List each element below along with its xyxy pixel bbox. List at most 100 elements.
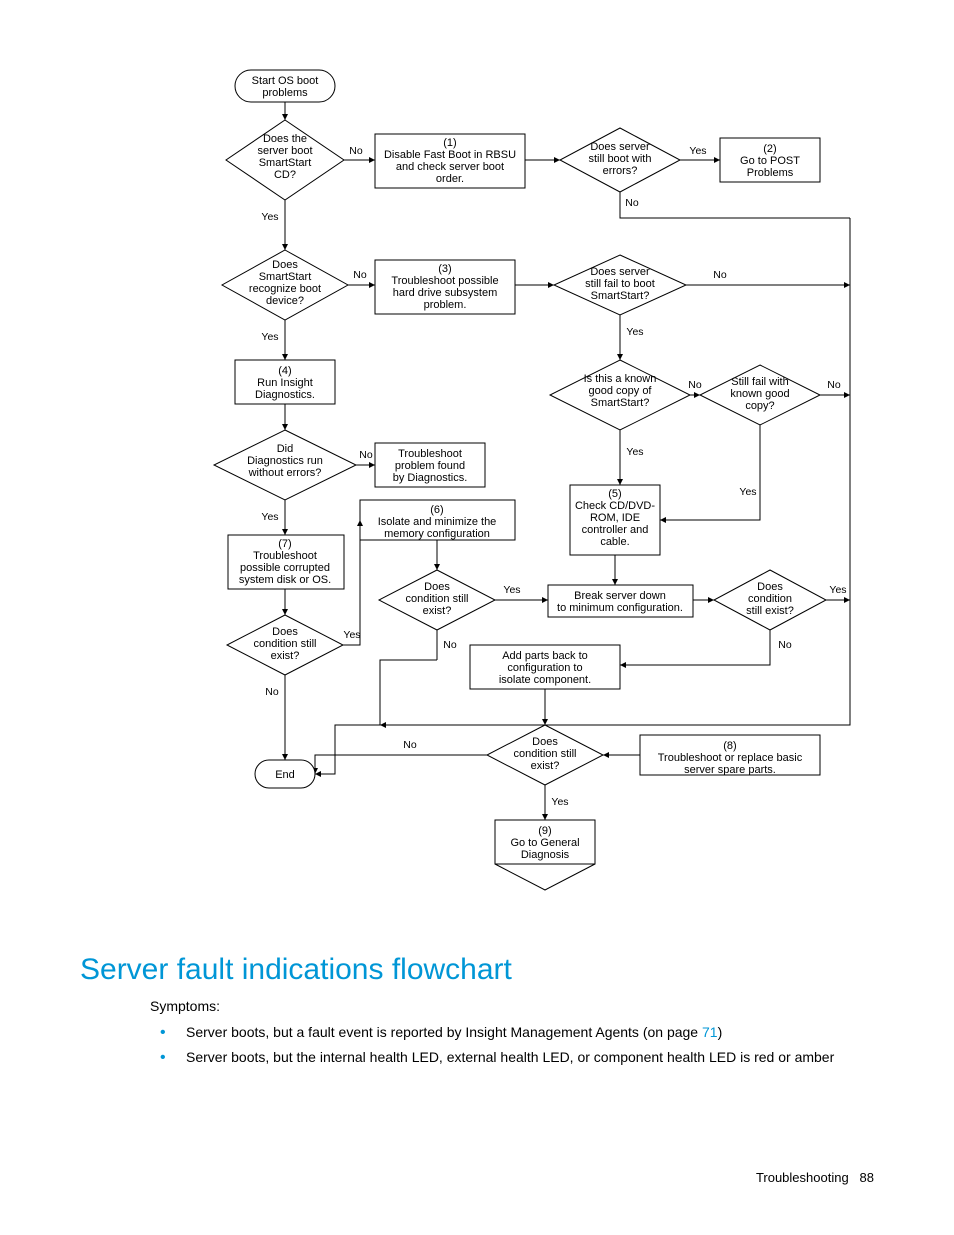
- symptoms-label: Symptoms:: [150, 997, 874, 1015]
- t: Isolate and minimize the: [378, 516, 497, 528]
- t: device?: [266, 295, 304, 307]
- t: Go to POST: [740, 155, 800, 167]
- t: No: [265, 686, 279, 698]
- t: exist?: [271, 650, 300, 662]
- t: Troubleshoot: [253, 550, 317, 562]
- t: condition: [748, 593, 792, 605]
- t: server boot: [257, 145, 312, 157]
- svg-text:Start OS boot: Start OS boot: [252, 75, 319, 87]
- t: Run Insight: [257, 377, 313, 389]
- t: server spare parts.: [684, 764, 776, 776]
- page-footer: Troubleshooting 88: [756, 1170, 874, 1185]
- t: possible corrupted: [240, 562, 330, 574]
- t: problem.: [424, 299, 467, 311]
- t: Check CD/DVD-: [575, 500, 655, 512]
- t: No: [443, 639, 457, 651]
- t: Yes: [626, 446, 643, 458]
- t: SmartStart?: [591, 397, 650, 409]
- t: memory configuration: [384, 528, 490, 540]
- t: (3): [438, 263, 451, 275]
- t: Does server: [590, 141, 650, 153]
- t: Yes: [261, 331, 278, 343]
- t: Yes: [261, 211, 278, 223]
- t: Yes: [261, 511, 278, 523]
- t: recognize boot: [249, 283, 321, 295]
- t: Yes: [689, 145, 706, 157]
- t: Troubleshoot or replace basic: [658, 752, 803, 764]
- t: Start OS boot: [252, 75, 319, 87]
- t: (5): [608, 488, 621, 500]
- t: SmartStart?: [591, 290, 650, 302]
- svg-text:problems: problems: [262, 87, 308, 99]
- t: Problems: [747, 167, 794, 179]
- t: Is this a known: [584, 373, 657, 385]
- t: Yes: [551, 796, 568, 808]
- t: Does the: [263, 133, 307, 145]
- t: Does: [272, 626, 298, 638]
- t: (6): [430, 504, 443, 516]
- t: condition still: [514, 748, 577, 760]
- t: Yes: [829, 584, 846, 596]
- t: condition still: [254, 638, 317, 650]
- t: CD?: [274, 169, 296, 181]
- t: exist?: [531, 760, 560, 772]
- t: (1): [443, 137, 456, 149]
- t: problems: [262, 87, 308, 99]
- t: Did: [277, 443, 294, 455]
- footer-page: 88: [860, 1170, 874, 1185]
- t: by Diagnostics.: [393, 472, 468, 484]
- t: No: [625, 197, 639, 209]
- t: cable.: [600, 536, 629, 548]
- symptom-list: Server boots, but a fault event is repor…: [150, 1023, 874, 1067]
- t: No: [359, 449, 373, 461]
- t: still exist?: [746, 605, 794, 617]
- t: SmartStart: [259, 271, 312, 283]
- t: Disable Fast Boot in RBSU: [384, 149, 516, 161]
- t: Troubleshoot possible: [391, 275, 498, 287]
- t: ROM, IDE: [590, 512, 640, 524]
- t: Yes: [739, 486, 756, 498]
- t: Go to General: [510, 837, 579, 849]
- t: No: [827, 379, 841, 391]
- t: Does server: [590, 266, 650, 278]
- t: without errors?: [248, 467, 322, 479]
- t: Diagnostics run: [247, 455, 323, 467]
- t: No: [403, 739, 417, 751]
- t: Does: [757, 581, 783, 593]
- t: No: [353, 269, 367, 281]
- t: Does: [532, 736, 558, 748]
- t: (4): [278, 365, 291, 377]
- t: (2): [763, 143, 776, 155]
- t: and check server boot: [396, 161, 504, 173]
- t: (8): [723, 740, 736, 752]
- t: Troubleshoot: [398, 448, 462, 460]
- t: Yes: [626, 326, 643, 338]
- t: Does: [272, 259, 298, 271]
- t: to minimum configuration.: [557, 602, 683, 614]
- t: No: [713, 269, 727, 281]
- t: End: [275, 769, 295, 781]
- t: No: [688, 379, 702, 391]
- t: (7): [278, 538, 291, 550]
- bullet-text: Server boots, but a fault event is repor…: [186, 1024, 702, 1040]
- t: still fail to boot: [585, 278, 655, 290]
- t: problem found: [395, 460, 465, 472]
- t: system disk or OS.: [239, 574, 331, 586]
- t: Yes: [503, 584, 520, 596]
- t: copy?: [745, 400, 774, 412]
- t: still boot with: [589, 153, 652, 165]
- t: No: [349, 145, 363, 157]
- page-link[interactable]: 71: [702, 1024, 718, 1040]
- flowchart-svg: .box { fill:#fff; stroke:#000; stroke-wi…: [150, 60, 870, 930]
- t: errors?: [603, 165, 638, 177]
- page: .box { fill:#fff; stroke:#000; stroke-wi…: [0, 0, 954, 1235]
- t: No: [778, 639, 792, 651]
- flowchart: .box { fill:#fff; stroke:#000; stroke-wi…: [150, 60, 870, 935]
- t: isolate component.: [499, 674, 591, 686]
- t: good copy of: [589, 385, 653, 397]
- t: hard drive subsystem: [393, 287, 498, 299]
- t: condition still: [406, 593, 469, 605]
- t: exist?: [423, 605, 452, 617]
- t: SmartStart: [259, 157, 312, 169]
- t: (9): [538, 825, 551, 837]
